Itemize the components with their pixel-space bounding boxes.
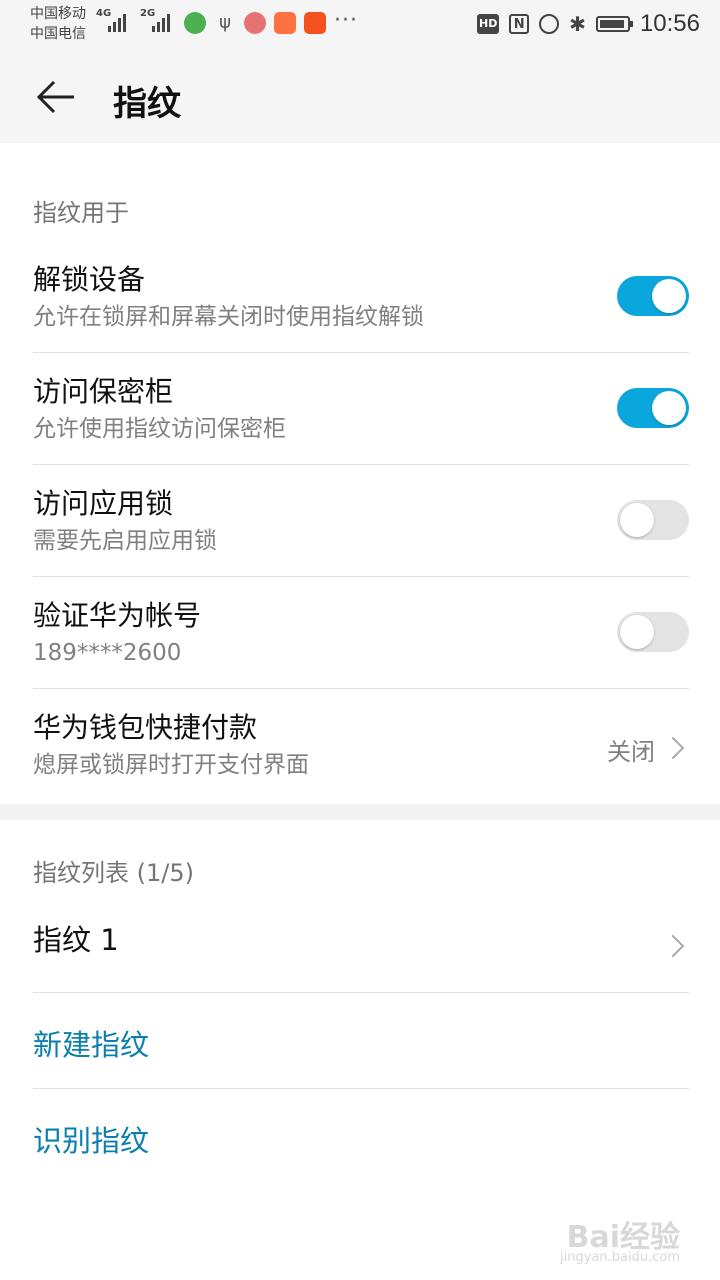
bluetooth-icon: ✱ (569, 12, 586, 36)
signal-1-icon: 4G (96, 8, 126, 32)
back-arrow-icon[interactable] (36, 77, 76, 117)
status-bar: 中国移动 中国电信 4G 2G ψ ··· HD N ✱ 10:56 (0, 0, 720, 52)
page-title: 指纹 (113, 84, 181, 124)
fingerprint-item[interactable]: 指纹 1 (33, 922, 689, 972)
setting-label: 访问保密柜 (33, 375, 174, 408)
section-gap (0, 804, 720, 820)
divider (33, 1088, 689, 1089)
usage-section-header: 指纹用于 (33, 199, 129, 227)
system-icons: HD N ✱ 10:56 (477, 9, 700, 39)
hd-voice-icon: HD (477, 14, 500, 34)
carrier-1: 中国移动 (30, 6, 86, 22)
identify-fingerprint-button[interactable]: 识别指纹 (33, 1118, 149, 1160)
battery-icon (595, 16, 633, 32)
setting-label: 验证华为帐号 (33, 599, 202, 632)
signal-2-icon: 2G (140, 8, 170, 32)
setting-description: 189****2600 (33, 640, 182, 666)
setting-description: 熄屏或锁屏时打开支付界面 (33, 752, 309, 778)
setting-access-safe[interactable]: 访问保密柜 允许使用指纹访问保密柜 (33, 374, 689, 454)
access-safe-toggle[interactable] (617, 388, 689, 428)
divider (33, 464, 689, 465)
setting-access-app-lock[interactable]: 访问应用锁 需要先启用应用锁 (33, 486, 689, 566)
more-notifications-icon: ··· (334, 8, 358, 33)
video-notification-icon (274, 12, 296, 34)
setting-description: 需要先启用应用锁 (33, 528, 217, 554)
setting-description: 允许在锁屏和屏幕关闭时使用指纹解锁 (33, 304, 424, 330)
divider (33, 352, 689, 353)
setting-description: 允许使用指纹访问保密柜 (33, 416, 286, 442)
setting-wallet-quick-pay[interactable]: 华为钱包快捷付款 熄屏或锁屏时打开支付界面 关闭 (33, 710, 689, 790)
alarm-icon (539, 14, 560, 34)
setting-verify-huawei-id[interactable]: 验证华为帐号 189****2600 (33, 598, 689, 678)
app-notification-icon (184, 12, 206, 34)
divider (33, 688, 689, 689)
clock: 10:56 (639, 10, 700, 37)
fingerprint-label: 指纹 1 (33, 923, 119, 957)
map-notification-icon (244, 12, 266, 34)
setting-label: 访问应用锁 (33, 487, 174, 520)
app-lock-toggle[interactable] (617, 500, 689, 540)
divider (33, 576, 689, 577)
fingerprint-list-header: 指纹列表 (1/5) (33, 859, 194, 887)
setting-unlock-device[interactable]: 解锁设备 允许在锁屏和屏幕关闭时使用指纹解锁 (33, 262, 689, 342)
setting-label: 解锁设备 (33, 263, 146, 296)
nfc-icon: N (509, 14, 530, 34)
huawei-id-toggle[interactable] (617, 612, 689, 652)
carrier-names: 中国移动 中国电信 (30, 4, 86, 44)
unlock-device-toggle[interactable] (617, 276, 689, 316)
divider (33, 992, 689, 993)
shop-notification-icon (304, 12, 326, 34)
wallet-status-value: 关闭 (607, 738, 655, 766)
carrier-2: 中国电信 (30, 26, 86, 42)
new-fingerprint-button[interactable]: 新建指纹 (33, 1022, 149, 1064)
app-bar: 指纹 (0, 52, 720, 143)
usb-icon: ψ (219, 12, 231, 33)
watermark-url: jingyan.baidu.com (560, 1250, 680, 1265)
top-bar: 中国移动 中国电信 4G 2G ψ ··· HD N ✱ 10:56 指纹 (0, 0, 720, 143)
setting-label: 华为钱包快捷付款 (33, 711, 258, 744)
